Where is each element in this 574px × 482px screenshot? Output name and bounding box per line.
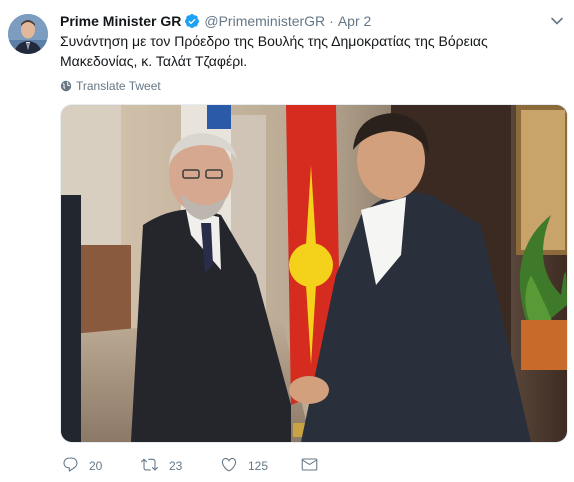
author-name[interactable]: Prime Minister GR [60,13,181,29]
tweet-date[interactable]: Apr 2 [338,13,371,29]
translate-tweet-label: Translate Tweet [76,79,161,93]
heart-icon [220,456,238,476]
like-button[interactable]: 125 [220,456,268,476]
translate-tweet-link[interactable]: Translate Tweet [60,79,161,93]
verified-badge-icon [184,13,200,29]
chevron-down-icon[interactable] [550,14,564,28]
avatar-image [8,14,48,54]
avatar[interactable] [8,14,48,54]
envelope-icon [301,456,318,476]
tweet: Prime Minister GR @PrimeministerGR · Apr… [0,0,574,482]
tweet-photo[interactable] [60,104,568,443]
reply-button[interactable]: 20 [62,456,102,476]
retweet-icon [140,456,159,476]
tweet-text: Συνάντηση με τον Πρόεδρο της Βουλής της … [60,33,488,69]
author-handle[interactable]: @PrimeministerGR [204,13,325,29]
reply-count: 20 [89,459,103,473]
retweet-button[interactable]: 23 [140,456,182,476]
photo-image [61,105,567,442]
separator-dot: · [329,13,334,29]
reply-icon [62,456,79,476]
direct-message-button[interactable] [301,456,318,476]
tweet-header: Prime Minister GR @PrimeministerGR · Apr… [60,11,371,31]
globe-icon [60,80,72,92]
tweet-actions: 20 23 125 [60,456,560,474]
like-count: 125 [248,459,269,473]
retweet-count: 23 [169,459,183,473]
